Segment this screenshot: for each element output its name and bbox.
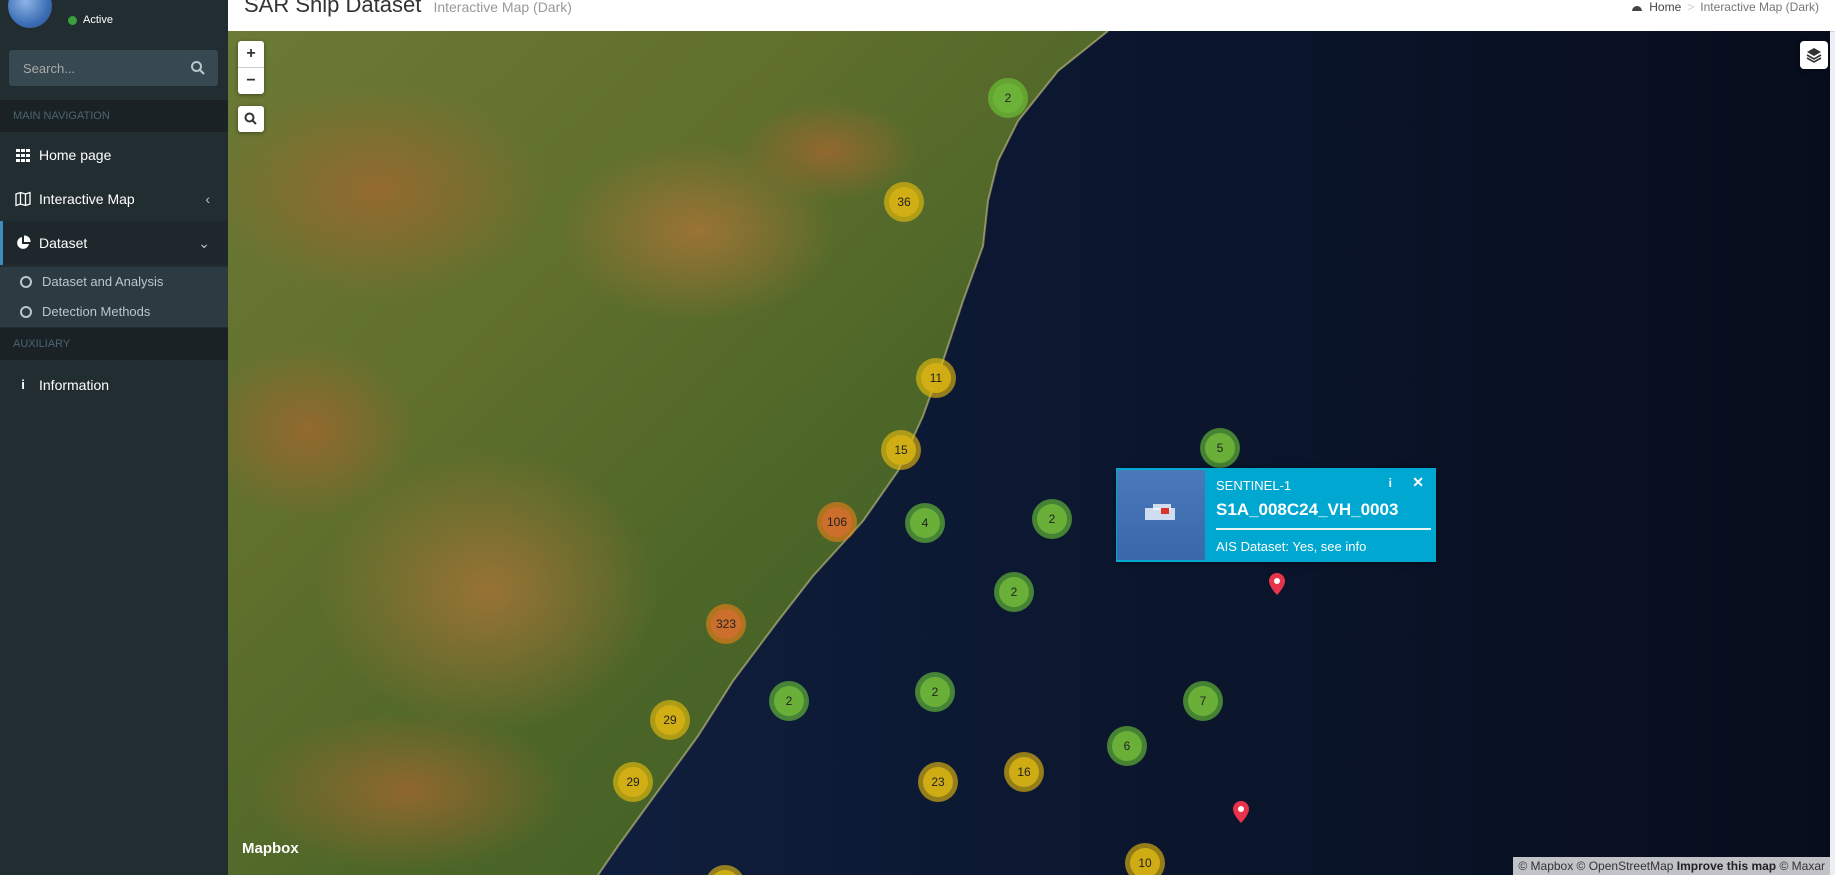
map-icon bbox=[15, 191, 31, 207]
pie-chart-icon bbox=[17, 235, 31, 249]
attribution-text[interactable]: © Mapbox © OpenStreetMap bbox=[1518, 859, 1673, 873]
submenu-item-label: Dataset and Analysis bbox=[42, 274, 164, 289]
content-header: SAR Ship Dataset Interactive Map (Dark) … bbox=[228, 0, 1835, 32]
close-icon[interactable]: ✕ bbox=[1412, 474, 1424, 491]
ship-detection-popup: SENTINEL-1 S1A_008C24_VH_0003 AIS Datase… bbox=[1116, 468, 1436, 562]
breadcrumb: Home > Interactive Map (Dark) bbox=[1631, 0, 1819, 14]
avatar bbox=[8, 0, 52, 28]
page-title-text: SAR Ship Dataset bbox=[244, 0, 422, 17]
sidebar-item-label: Interactive Map bbox=[39, 191, 135, 207]
ship-cluster-marker[interactable]: 16 bbox=[1004, 752, 1044, 792]
ship-cluster-marker[interactable]: 2 bbox=[988, 78, 1028, 118]
user-panel: Active bbox=[0, 0, 228, 40]
grid-icon bbox=[16, 149, 30, 162]
breadcrumb-home[interactable]: Home bbox=[1649, 0, 1681, 14]
ship-cluster-marker[interactable]: 106 bbox=[817, 502, 857, 542]
ship-cluster-marker[interactable]: 6 bbox=[1107, 726, 1147, 766]
sar-chip-thumbnail bbox=[1117, 470, 1205, 560]
sidebar-item-label: Home page bbox=[39, 147, 112, 163]
popup-divider bbox=[1216, 528, 1431, 530]
ship-cluster-marker[interactable]: 36 bbox=[884, 182, 924, 222]
chevron-left-icon: ‹ bbox=[205, 191, 210, 207]
ship-cluster-marker[interactable]: 7 bbox=[1183, 681, 1223, 721]
sidebar-item-label: Dataset bbox=[39, 235, 88, 251]
ship-cluster-marker[interactable]: 5 bbox=[1200, 428, 1240, 468]
ship-cluster-marker[interactable]: 2 bbox=[1032, 499, 1072, 539]
map-canvas[interactable]: + − 2 36 11 15 106 4 5 2 2 323 2 2 7 29 … bbox=[228, 31, 1830, 875]
search-icon bbox=[244, 112, 257, 125]
circle-icon bbox=[20, 306, 32, 318]
popup-ais-info[interactable]: AIS Dataset: Yes, see info bbox=[1216, 539, 1366, 554]
dashboard-icon bbox=[1632, 6, 1643, 11]
attribution-maxar[interactable]: © Maxar bbox=[1779, 859, 1825, 873]
ship-cluster-marker[interactable]: 2 bbox=[915, 672, 955, 712]
layers-icon bbox=[1806, 48, 1822, 63]
submenu-item-label: Detection Methods bbox=[42, 304, 151, 319]
popup-image-id: S1A_008C24_VH_0003 bbox=[1216, 500, 1399, 519]
status-dot-icon bbox=[68, 15, 77, 25]
ship-cluster-marker[interactable]: 10 bbox=[1125, 843, 1165, 875]
breadcrumb-separator: > bbox=[1687, 0, 1695, 14]
map-search-button[interactable] bbox=[238, 106, 264, 132]
main-nav-header: MAIN NAVIGATION bbox=[0, 100, 228, 132]
ship-cluster-marker[interactable]: 29 bbox=[650, 700, 690, 740]
improve-map-link[interactable]: Improve this map bbox=[1677, 859, 1776, 873]
ship-location-pin-icon[interactable] bbox=[1233, 801, 1249, 823]
search-icon[interactable] bbox=[190, 60, 206, 76]
submenu-item-detection-methods[interactable]: Detection Methods bbox=[0, 297, 228, 327]
zoom-in-button[interactable]: + bbox=[238, 41, 264, 68]
zoom-out-button[interactable]: − bbox=[238, 68, 264, 94]
page-title: SAR Ship Dataset Interactive Map (Dark) bbox=[244, 0, 572, 18]
auxiliary-header: AUXILIARY bbox=[0, 328, 228, 360]
page-subtitle: Interactive Map (Dark) bbox=[433, 0, 572, 15]
dataset-submenu: Dataset and Analysis Detection Methods bbox=[0, 267, 228, 327]
map-attribution: © Mapbox © OpenStreetMap Improve this ma… bbox=[1513, 857, 1830, 875]
popup-satellite-name: SENTINEL-1 bbox=[1216, 478, 1292, 493]
sidebar-item-interactive-map[interactable]: Interactive Map ‹ bbox=[0, 177, 228, 221]
sidebar-item-home[interactable]: Home page bbox=[0, 133, 228, 177]
zoom-control: + − bbox=[238, 41, 264, 94]
chevron-down-icon: ⌄ bbox=[198, 235, 210, 251]
ship-cluster-marker[interactable]: 15 bbox=[881, 430, 921, 470]
sidebar-search bbox=[9, 50, 218, 86]
info-icon[interactable]: i bbox=[1389, 476, 1392, 490]
ship-detection-thumbnail-icon bbox=[1145, 504, 1175, 520]
ship-cluster-marker[interactable]: 323 bbox=[706, 604, 746, 644]
ship-cluster-marker[interactable]: 4 bbox=[905, 503, 945, 543]
sidebar-item-dataset[interactable]: Dataset ⌄ bbox=[0, 221, 228, 265]
sidebar: Active MAIN NAVIGATION Home page Interac… bbox=[0, 0, 228, 875]
layers-button[interactable] bbox=[1800, 41, 1828, 69]
breadcrumb-current: Interactive Map (Dark) bbox=[1700, 0, 1819, 14]
ship-cluster-marker[interactable]: 23 bbox=[918, 762, 958, 802]
ship-cluster-marker[interactable]: 29 bbox=[613, 762, 653, 802]
sidebar-item-information[interactable]: i Information bbox=[0, 363, 228, 407]
status-label: Active bbox=[83, 14, 113, 26]
ship-cluster-marker[interactable]: 2 bbox=[994, 572, 1034, 612]
satellite-basemap bbox=[228, 31, 1830, 875]
ship-cluster-marker[interactable]: 11 bbox=[916, 358, 956, 398]
circle-icon bbox=[20, 276, 32, 288]
ship-location-pin-icon[interactable] bbox=[1269, 573, 1285, 595]
search-input[interactable] bbox=[9, 59, 195, 77]
submenu-item-dataset-analysis[interactable]: Dataset and Analysis bbox=[0, 267, 228, 297]
ship-cluster-marker[interactable]: 2 bbox=[769, 681, 809, 721]
sidebar-item-label: Information bbox=[39, 377, 110, 393]
mapbox-logo[interactable]: Mapbox bbox=[242, 840, 299, 857]
user-status: Active bbox=[68, 14, 113, 26]
info-icon: i bbox=[21, 377, 25, 392]
